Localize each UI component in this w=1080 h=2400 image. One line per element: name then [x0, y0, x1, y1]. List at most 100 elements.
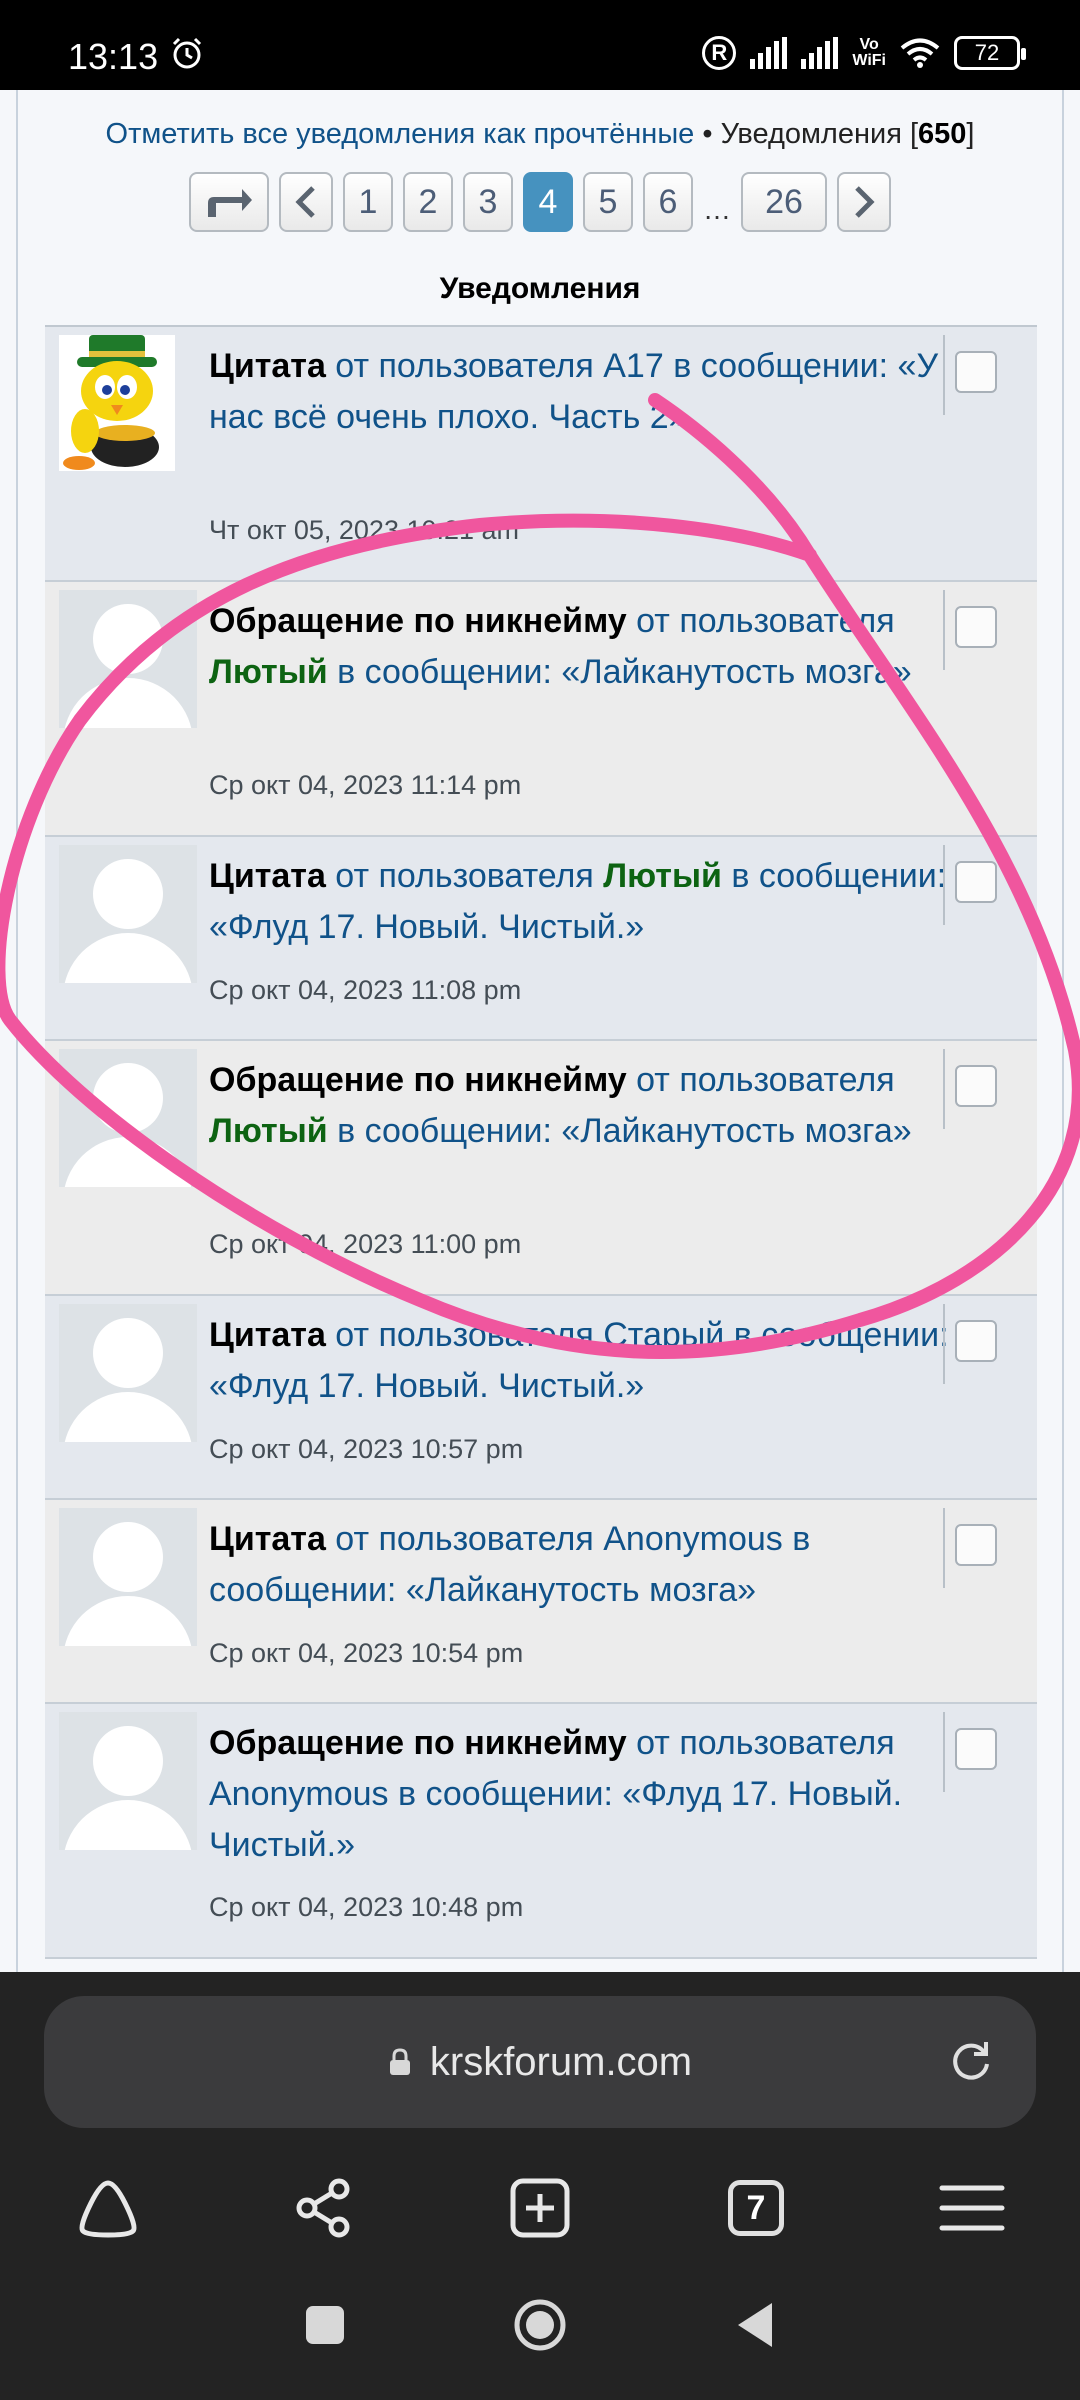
avatar: [59, 845, 197, 983]
page-5-button[interactable]: 5: [583, 172, 633, 232]
mark-all-read-link[interactable]: Отметить все уведомления как прочтённые: [106, 118, 695, 150]
vowifi-icon: Vo WiFi: [852, 36, 886, 69]
tabs-icon: 7: [728, 2180, 784, 2236]
notifications-label-close: ]: [966, 118, 975, 150]
new-tab-icon: [510, 2178, 570, 2238]
back-icon[interactable]: [734, 2301, 776, 2349]
notification-row[interactable]: Цитата от пользователя Лютый в сообщении…: [45, 837, 1037, 1041]
row-divider: [943, 1049, 945, 1129]
notification-text[interactable]: Обращение по никнейму от пользователя Лю…: [209, 596, 969, 698]
menu-button[interactable]: [932, 2168, 1012, 2248]
avatar: [59, 1304, 197, 1442]
notification-text[interactable]: Обращение по никнейму от пользователя An…: [209, 1718, 969, 1871]
status-bar: 13:13 R Vo WiFi 72: [0, 0, 1080, 90]
page-6-button[interactable]: 6: [643, 172, 693, 232]
pagination: 1 2 3 4 5 6 … 26: [0, 172, 1080, 232]
notification-date: Ср окт 04, 2023 10:54 pm: [209, 1638, 524, 1668]
mark-read-checkbox[interactable]: [955, 1524, 997, 1566]
jump-to-page-button[interactable]: [189, 172, 269, 232]
header-separator: •: [694, 118, 721, 150]
previous-page-button[interactable]: [279, 172, 333, 232]
avatar: [59, 1049, 197, 1187]
notification-row[interactable]: Обращение по никнейму от пользователя An…: [45, 1704, 1037, 1959]
last-page-button[interactable]: 26: [741, 172, 827, 232]
page-2-button[interactable]: 2: [403, 172, 453, 232]
mark-read-checkbox[interactable]: [955, 1728, 997, 1770]
share-icon: [296, 2178, 350, 2238]
lock-icon: [389, 2048, 410, 2075]
notification-text[interactable]: Обращение по никнейму от пользователя Лю…: [209, 1055, 969, 1157]
notification-date: Чт окт 05, 2023 10:21 am: [209, 515, 520, 545]
notification-text[interactable]: Цитата от пользователя Anonymous в сообщ…: [209, 1514, 969, 1616]
home-button[interactable]: [68, 2168, 148, 2248]
notification-row[interactable]: Цитата от пользователя Anonymous в сообщ…: [45, 1500, 1037, 1704]
chevron-left-icon: [295, 186, 315, 218]
notifications-label: Уведомления [: [720, 118, 919, 150]
avatar: [59, 335, 175, 471]
row-divider: [943, 1712, 945, 1792]
signal-1-icon: [750, 37, 788, 69]
mark-read-checkbox[interactable]: [955, 1065, 997, 1107]
row-divider: [943, 335, 945, 415]
menu-icon: [939, 2185, 1005, 2231]
notification-row[interactable]: Обращение по никнейму от пользователя Лю…: [45, 582, 1037, 837]
home-nav-icon[interactable]: [513, 2298, 567, 2352]
notification-text[interactable]: Цитата от пользователя A17 в сообщении: …: [209, 341, 969, 443]
page-1-button[interactable]: 1: [343, 172, 393, 232]
page-3-button[interactable]: 3: [463, 172, 513, 232]
wifi-icon: [900, 38, 940, 68]
row-divider: [943, 590, 945, 670]
browser-toolbar: krskforum.com 7: [0, 1972, 1080, 2250]
avatar: [59, 1712, 197, 1850]
home-icon: [79, 2180, 137, 2238]
tabs-button[interactable]: 7: [716, 2168, 796, 2248]
next-page-button[interactable]: [837, 172, 891, 232]
notification-row[interactable]: Цитата от пользователя Старый в сообщени…: [45, 1296, 1037, 1500]
mark-read-checkbox[interactable]: [955, 861, 997, 903]
battery-icon: 72: [954, 36, 1026, 70]
mark-read-checkbox[interactable]: [955, 606, 997, 648]
mark-read-checkbox[interactable]: [955, 1320, 997, 1362]
notification-user: A17: [603, 347, 664, 385]
row-divider: [943, 1508, 945, 1588]
notification-date: Ср окт 04, 2023 10:57 pm: [209, 1434, 524, 1464]
avatar: [59, 590, 197, 728]
notification-date: Ср окт 04, 2023 11:14 pm: [209, 770, 522, 800]
notifications-count: 650: [918, 118, 967, 150]
mark-read-checkbox[interactable]: [955, 351, 997, 393]
share-button[interactable]: [284, 2168, 364, 2248]
notification-date: Ср окт 04, 2023 11:00 pm: [209, 1229, 522, 1259]
row-divider: [943, 845, 945, 925]
avatar: [59, 1508, 197, 1646]
system-navigation-bar: [0, 2250, 1080, 2400]
alarm-clock-icon: [172, 37, 202, 69]
notification-row[interactable]: Цитата от пользователя A17 в сообщении: …: [45, 327, 1037, 582]
address-bar[interactable]: krskforum.com: [44, 1996, 1036, 2128]
page-4-current: 4: [523, 172, 573, 232]
roaming-icon: R: [702, 36, 737, 70]
notification-user: Anonymous: [603, 1520, 783, 1558]
jump-arrow-icon: [208, 189, 252, 217]
notification-row[interactable]: Обращение по никнейму от пользователя Лю…: [45, 1041, 1037, 1296]
pagination-ellipsis: …: [703, 194, 731, 225]
notification-date: Ср окт 04, 2023 11:08 pm: [209, 975, 522, 1005]
url-text: krskforum.com: [429, 2039, 693, 2084]
reload-icon[interactable]: [946, 2036, 996, 2086]
notification-text[interactable]: Цитата от пользователя Лютый в сообщении…: [209, 851, 969, 953]
section-title: Уведомления: [439, 272, 641, 305]
signal-2-icon: [801, 37, 839, 69]
notification-text[interactable]: Цитата от пользователя Старый в сообщени…: [209, 1310, 969, 1412]
row-divider: [943, 1304, 945, 1384]
notifications-header: Отметить все уведомления как прочтённые …: [0, 118, 1080, 151]
notification-date: Ср окт 04, 2023 10:48 pm: [209, 1892, 524, 1922]
notification-user: Старый: [603, 1316, 725, 1354]
notification-user: Лютый: [209, 653, 328, 691]
status-time: 13:13: [68, 36, 159, 77]
new-tab-button[interactable]: [500, 2168, 580, 2248]
tweety-avatar-image: [63, 335, 159, 470]
notifications-list: Цитата от пользователя A17 в сообщении: …: [45, 325, 1037, 1959]
chevron-right-icon: [855, 186, 875, 218]
notification-user: Лютый: [209, 1112, 328, 1150]
notification-user: Лютый: [603, 857, 722, 895]
recent-apps-icon[interactable]: [304, 2304, 346, 2346]
